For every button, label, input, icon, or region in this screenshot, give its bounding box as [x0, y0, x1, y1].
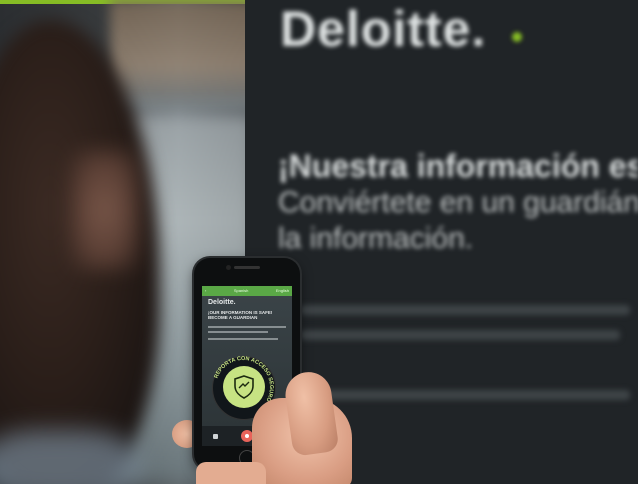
gallery-button[interactable] — [213, 433, 219, 439]
person-ear — [70, 150, 140, 270]
ar-text-line — [208, 338, 278, 340]
photo-scene: Deloitte. ¡Nuestra información es Convié… — [0, 0, 638, 484]
shield-icon — [234, 375, 254, 399]
ceiling-background — [110, 0, 260, 110]
board-heading-1: ¡Nuestra información es — [278, 148, 638, 184]
speaker-grille — [234, 266, 260, 269]
person-shoulder — [0, 430, 140, 484]
board-text-line — [300, 390, 630, 400]
app-top-bar: ‹ Spanish English — [202, 286, 292, 296]
hand-lower — [196, 462, 266, 484]
ar-brand: Deloitte. — [208, 299, 236, 306]
board-text-line — [300, 330, 620, 340]
ar-text-line — [208, 331, 268, 333]
board-heading-2: Conviértete en un guardián — [278, 186, 638, 219]
language-spanish[interactable]: Spanish — [234, 286, 248, 296]
ar-headline: ¡OUR INFORMATION IS SAFE! BECOME A GUARD… — [208, 310, 273, 320]
language-english[interactable]: English — [276, 286, 289, 296]
ar-text-line — [208, 326, 286, 328]
back-button[interactable]: ‹ — [205, 286, 206, 296]
brand-dot-icon — [512, 32, 522, 42]
camera-icon — [226, 265, 231, 270]
board-brand: Deloitte. — [280, 1, 487, 57]
board-heading-3: la información. — [278, 222, 474, 255]
shield-badge[interactable] — [223, 366, 265, 408]
board-text-line — [300, 305, 630, 315]
